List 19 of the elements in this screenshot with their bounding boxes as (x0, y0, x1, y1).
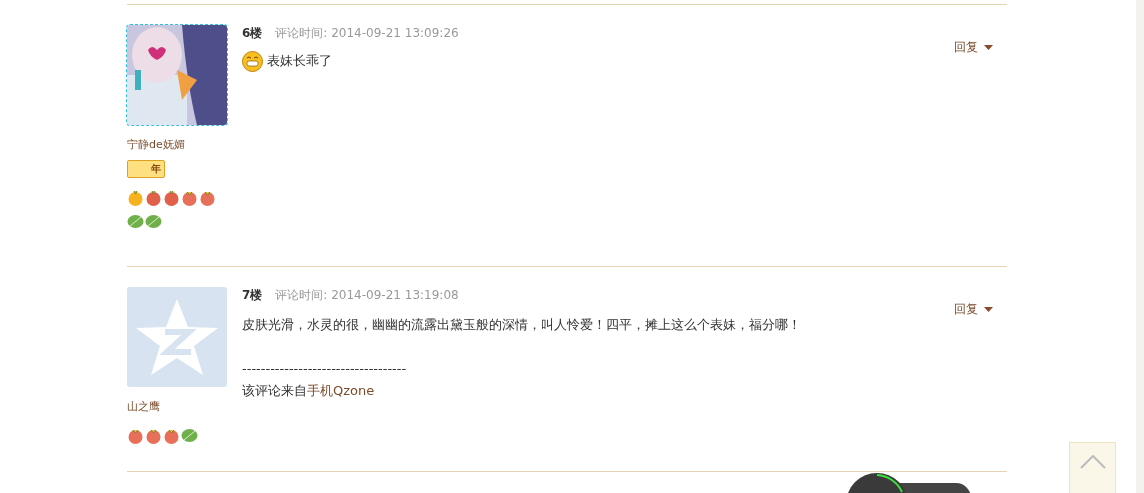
reply-button[interactable]: 回复 (954, 39, 993, 56)
user-name[interactable]: 宁静de妩媚 (127, 137, 242, 152)
grin-emoji-icon (242, 50, 263, 72)
comment-time: 评论时间: 2014-09-21 13:19:08 (275, 286, 459, 304)
floor-number: 7楼 (242, 286, 263, 304)
chevron-up-icon (1079, 455, 1106, 469)
caret-icon (984, 307, 993, 312)
user-name[interactable]: 山之鹰 (127, 399, 242, 414)
source-label: 该评论来自 (242, 382, 307, 400)
source-link[interactable]: 手机Qzone (307, 380, 375, 402)
floor-number: 6楼 (242, 24, 263, 42)
comment-time: 评论时间: 2014-09-21 13:09:26 (275, 24, 459, 42)
comment-text: 表妹长乖了 (267, 52, 332, 70)
year-badge: 年 (127, 160, 165, 178)
comment-text: ----------------------------------- (242, 360, 407, 378)
reply-button[interactable]: 回复 (954, 301, 993, 318)
back-to-top-button[interactable] (1069, 442, 1116, 493)
caret-icon (984, 45, 993, 50)
comment-text: 皮肤光滑，水灵的很，幽幽的流露出黛玉般的深情，叫人怜爱！四平，摊上这么个表妹，福分哪！ (242, 316, 801, 334)
